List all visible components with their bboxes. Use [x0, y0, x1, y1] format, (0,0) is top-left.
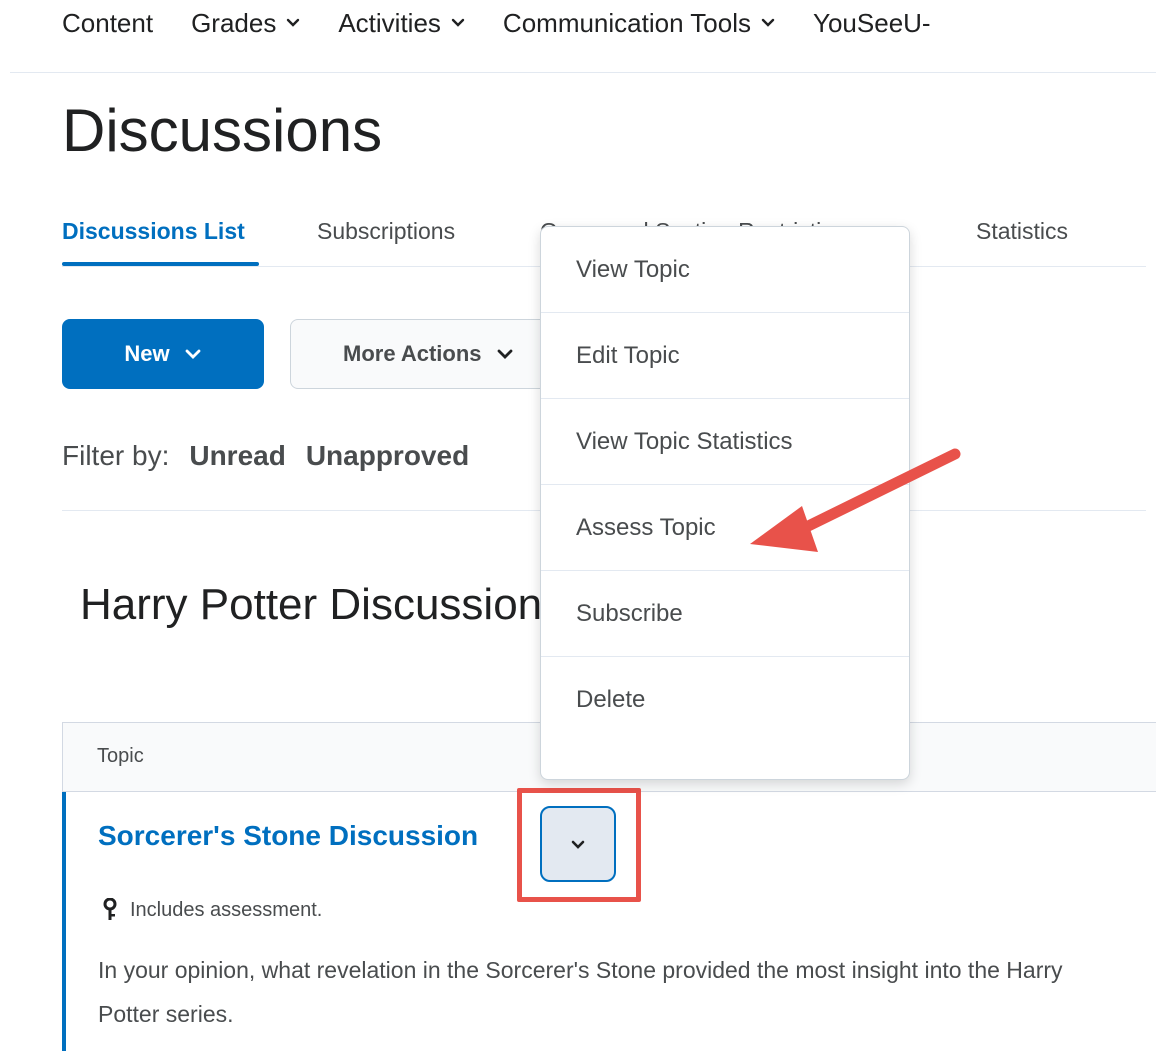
new-button-label: New: [124, 341, 170, 366]
tab-subscriptions[interactable]: Subscriptions: [317, 218, 455, 245]
nav-grades[interactable]: Grades: [191, 8, 300, 39]
tab-discussions-list[interactable]: Discussions List: [62, 218, 245, 245]
nav-grades-label: Grades: [191, 7, 277, 38]
forum-title: Harry Potter Discussions: [80, 580, 565, 629]
nav-divider: [10, 72, 1156, 73]
nav-activities[interactable]: Activities: [338, 8, 465, 39]
tab-statistics[interactable]: Statistics: [976, 218, 1068, 245]
nav-youseeu[interactable]: YouSeeU-: [813, 8, 931, 39]
chevron-down-icon: [761, 18, 775, 27]
more-actions-button[interactable]: More Actions: [290, 319, 550, 389]
chevron-down-icon: [185, 349, 201, 359]
assessment-note: Includes assessment.: [102, 898, 322, 922]
topic-title-link[interactable]: Sorcerer's Stone Discussion: [98, 820, 478, 852]
chevron-down-icon: [497, 349, 512, 359]
new-button[interactable]: New: [62, 319, 264, 389]
annotation-arrow-icon: [750, 448, 961, 552]
nav-communication-tools-label: Communication Tools: [502, 7, 752, 38]
chevron-down-icon: [571, 840, 585, 849]
more-actions-label: More Actions: [343, 341, 482, 366]
menu-item-edit-topic[interactable]: Edit Topic: [541, 313, 909, 399]
menu-item-delete[interactable]: Delete: [541, 657, 909, 743]
chevron-down-icon: [451, 18, 465, 27]
nav-communication-tools[interactable]: Communication Tools: [503, 8, 775, 39]
nav-youseeu-label: YouSeeU-: [813, 7, 931, 38]
topic-context-menu-button[interactable]: [540, 806, 616, 882]
column-header-topic: Topic: [97, 745, 144, 767]
filter-label: Filter by:: [62, 440, 170, 471]
assessment-note-text: Includes assessment.: [130, 898, 323, 921]
menu-item-subscribe[interactable]: Subscribe: [541, 571, 909, 657]
filter-unapproved[interactable]: Unapproved: [306, 440, 469, 472]
page-title: Discussions: [62, 97, 383, 164]
topic-row: Sorcerer's Stone Discussion Includes ass…: [62, 788, 1156, 1051]
course-navbar: Content Grades Activities Communication …: [62, 0, 969, 46]
key-icon: [103, 898, 117, 920]
nav-content[interactable]: Content: [62, 8, 153, 39]
filter-bar: Filter by: Unread Unapproved: [62, 440, 469, 472]
chevron-down-icon: [287, 18, 300, 27]
nav-activities-label: Activities: [338, 7, 441, 38]
filter-unread[interactable]: Unread: [189, 440, 285, 472]
menu-item-view-topic[interactable]: View Topic: [541, 227, 909, 313]
topic-description: In your opinion, what revelation in the …: [98, 957, 1063, 1027]
nav-content-label: Content: [62, 7, 154, 38]
